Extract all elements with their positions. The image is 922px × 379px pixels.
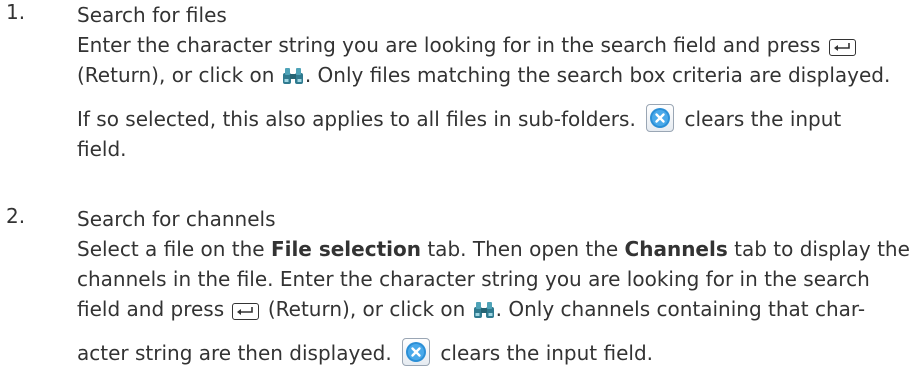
text-line: channels in the file. Enter the characte…	[77, 267, 870, 291]
item-title: Search for files	[77, 3, 227, 27]
text-line: field and press (Return), or click on . …	[77, 297, 866, 321]
item-number: 2.	[6, 204, 26, 228]
text-line: acter string are then displayed. clears …	[77, 338, 918, 368]
item-number: 1.	[6, 0, 26, 24]
text-line: Enter the character string you are looki…	[77, 30, 918, 60]
binoculars-icon	[473, 302, 494, 318]
return-key-icon	[232, 303, 260, 320]
text-line: If so selected, this also applies to all…	[77, 104, 918, 134]
text-line: field.	[77, 137, 127, 161]
text-line: Select a file on the File selection tab.…	[77, 237, 910, 261]
text-line: (Return), or click on . Only files match…	[77, 63, 891, 87]
item-title: Search for channels	[77, 207, 276, 231]
clear-input-icon	[646, 104, 675, 132]
binoculars-icon	[282, 68, 303, 84]
clear-input-icon	[402, 338, 431, 366]
file-selection-tab-name: File selection	[270, 237, 421, 261]
return-key-icon	[828, 39, 856, 56]
channels-tab-name: Channels	[624, 237, 728, 261]
